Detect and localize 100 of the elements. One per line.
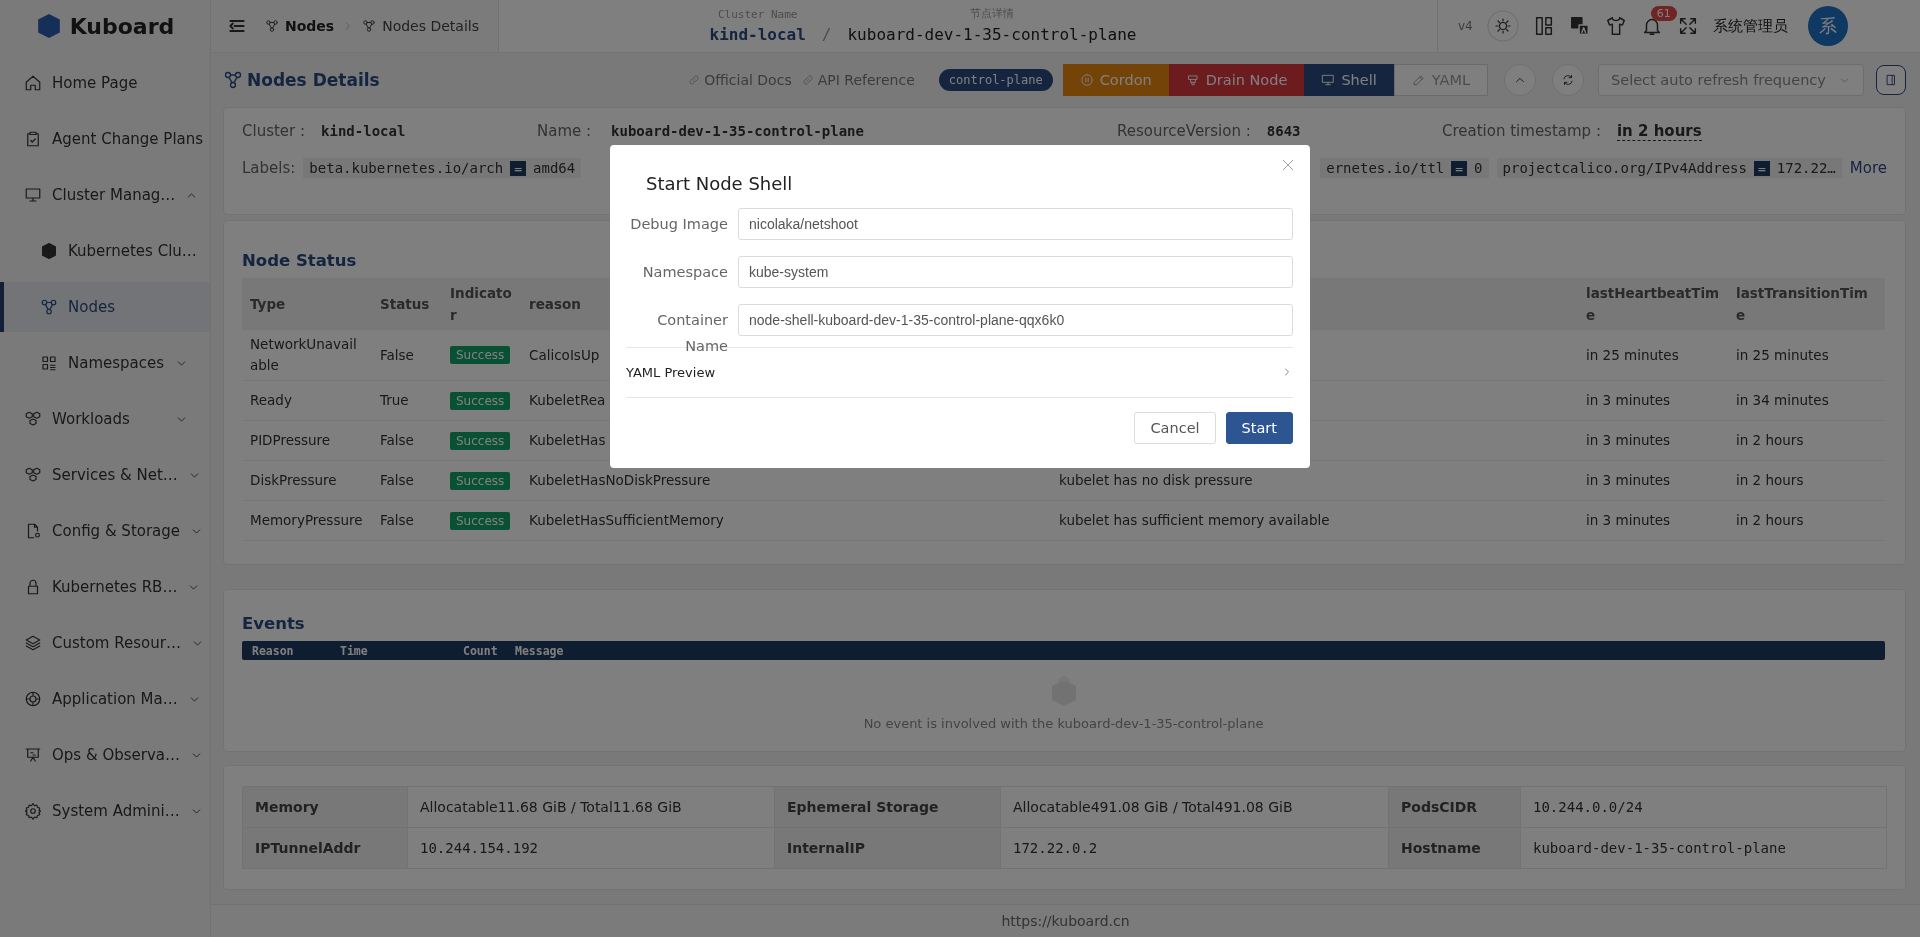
- sidebar-item[interactable]: Namespaces: [0, 338, 210, 388]
- table-cell: PIDPressure: [242, 420, 372, 461]
- table-cell: False: [372, 330, 442, 381]
- breadcrumb-link[interactable]: Nodes: [285, 18, 335, 34]
- table-cell: in 3 minutes: [1578, 380, 1728, 421]
- nodes-icon: [223, 70, 243, 90]
- grid-icon: [40, 354, 58, 372]
- table-cell: IPTunnelAddr: [242, 827, 408, 869]
- gear-icon: [24, 802, 42, 820]
- table-cell: DiskPressure: [242, 460, 372, 501]
- version-label: v4: [1458, 19, 1473, 33]
- doc-link[interactable]: Official Docs: [688, 72, 792, 88]
- panel-toggle-button[interactable]: [1876, 65, 1906, 95]
- table-cell: kuboard-dev-1-35-control-plane: [1520, 827, 1887, 869]
- translate-icon[interactable]: [1568, 15, 1591, 37]
- separator: /: [821, 25, 832, 44]
- sidebar-item[interactable]: Nodes: [0, 282, 210, 332]
- user-name[interactable]: 系统管理员: [1712, 16, 1788, 36]
- role-tag: control-plane: [938, 69, 1053, 91]
- table-cell: in 25 minutes: [1578, 330, 1728, 381]
- sidebar-item[interactable]: Workloads: [0, 394, 210, 444]
- field-value: kuboard-dev-1-35-control-plane: [611, 123, 864, 139]
- status-tag: Success: [450, 346, 511, 364]
- sidebar-item[interactable]: Kubernetes Clu…: [0, 226, 210, 276]
- section-title: Node Status: [242, 251, 358, 270]
- monitor-icon: [24, 186, 42, 204]
- column-header: Status: [372, 278, 442, 330]
- table-cell: NetworkUnavailable: [242, 330, 372, 381]
- pause-icon: [1079, 73, 1094, 87]
- cubes-icon: [24, 410, 42, 428]
- table-cell: Ephemeral Storage: [774, 786, 1001, 828]
- sidebar-item[interactable]: Kubernetes RB…: [0, 562, 210, 612]
- sidebar-item[interactable]: Services & Net…: [0, 450, 210, 500]
- easel-icon: [24, 746, 42, 764]
- column-header: Indicator: [442, 278, 521, 330]
- field-label: Debug Image: [629, 215, 728, 234]
- sidebar-item[interactable]: Ops & Observa…: [0, 730, 210, 780]
- table-cell: MemoryPressure: [242, 500, 372, 541]
- input-field[interactable]: kube-system: [738, 256, 1293, 288]
- table-cell: False: [372, 460, 442, 501]
- field-value: 8643: [1266, 123, 1301, 139]
- breadcrumb-link[interactable]: Nodes Details: [382, 18, 479, 34]
- layers-icon: [24, 634, 42, 652]
- clipboard-check-icon: [24, 130, 42, 148]
- status-tag: Success: [450, 391, 511, 410]
- close-icon[interactable]: [1280, 157, 1296, 173]
- house-icon: [24, 74, 42, 92]
- sun-icon[interactable]: [1486, 10, 1519, 42]
- action-button[interactable]: Shell: [1304, 64, 1394, 96]
- refresh-select[interactable]: Select auto refresh frequency: [1598, 64, 1864, 96]
- label-chip: beta.kubernetes.io/arch = amd64: [303, 158, 582, 178]
- logo-icon: [35, 13, 62, 39]
- field-label: Cluster :: [242, 122, 306, 140]
- field-label: Creation timestamp :: [1442, 122, 1601, 140]
- sidebar-panel-icon: [1884, 73, 1898, 87]
- section-title: Events: [242, 614, 306, 633]
- table-cell: in 34 minutes: [1728, 380, 1885, 421]
- table-cell: in 3 minutes: [1578, 420, 1728, 461]
- table-cell: True: [372, 380, 442, 421]
- user-avatar[interactable]: 系: [1807, 6, 1848, 46]
- sidebar-item[interactable]: Custom Resour…: [0, 618, 210, 668]
- status-tag: Success: [450, 471, 511, 490]
- logo-text: Kuboard: [69, 13, 175, 39]
- notification-count: 61: [1650, 6, 1677, 21]
- doc-link[interactable]: API Reference: [801, 72, 915, 88]
- table-cell: InternalIP: [774, 827, 1001, 869]
- input-field[interactable]: nicolaka/netshoot: [738, 208, 1293, 240]
- sidebar-item[interactable]: Cluster Manag…: [0, 170, 210, 220]
- table-cell: KubeletHasSufficientMemory: [521, 500, 1051, 541]
- monitor-icon: [1321, 73, 1336, 87]
- sidebar-item[interactable]: System Admini…: [0, 786, 210, 836]
- pencil-icon: [1411, 73, 1426, 87]
- table-cell: kubelet has no disk pressure: [1059, 472, 1253, 488]
- action-button[interactable]: Drain Node: [1168, 64, 1305, 96]
- sidebar-item[interactable]: Home Page: [0, 58, 210, 108]
- field-value: kind-local: [321, 123, 406, 139]
- table-cell: in 2 hours: [1728, 420, 1885, 461]
- footer-link[interactable]: https://kuboard.cn: [1001, 913, 1130, 929]
- action-button[interactable]: Cordon: [1062, 64, 1169, 96]
- status-tag: Success: [450, 511, 511, 530]
- shirt-icon[interactable]: [1604, 15, 1627, 37]
- dialog-button[interactable]: Start: [1225, 412, 1293, 444]
- table-cell: in 25 minutes: [1728, 330, 1885, 381]
- more-link[interactable]: More: [1849, 159, 1887, 177]
- label-chip: projectcalico.org/IPv4Address = 172.22…: [1496, 158, 1842, 178]
- table-cell: False: [372, 500, 442, 541]
- sidebar-item[interactable]: Config & Storage: [0, 506, 210, 556]
- sidebar-item[interactable]: Agent Change Plans: [0, 114, 210, 164]
- dialog-button[interactable]: Cancel: [1134, 412, 1216, 444]
- link-icon: [801, 74, 814, 86]
- column-header: lastHeartbeatTime: [1578, 278, 1728, 330]
- nodes-icon: [362, 19, 377, 33]
- nodes-icon: [265, 19, 279, 33]
- refresh-button[interactable]: [1552, 64, 1584, 96]
- wheel-icon: [24, 690, 42, 708]
- field-value: in 2 hours: [1616, 122, 1702, 141]
- table-cell: Allocatable491.08 GiB / Total491.08 GiB: [1000, 786, 1389, 828]
- sidebar-item[interactable]: Application Ma…: [0, 674, 210, 724]
- input-field[interactable]: node-shell-kuboard-dev-1-35-control-plane-qqx6k0: [738, 304, 1293, 336]
- status-tag: Success: [450, 431, 511, 450]
